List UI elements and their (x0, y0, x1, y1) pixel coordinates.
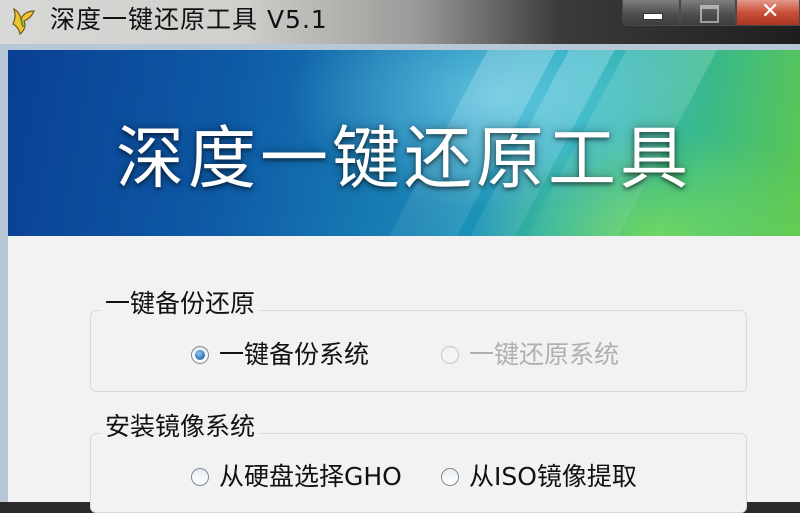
content-panel: 一键备份还原 一键备份系统 一键还原系统 安装镜像系统 从硬盘选择GHO 从IS… (8, 236, 800, 513)
maximize-button (680, 0, 736, 26)
backup-restore-group: 一键备份还原 一键备份系统 一键还原系统 (90, 289, 747, 392)
radio-label: 一键还原系统 (469, 340, 620, 369)
banner-title: 深度一键还原工具 (115, 120, 692, 199)
install-image-group: 安装镜像系统 从硬盘选择GHO 从ISO镜像提取 (90, 412, 747, 513)
group-title-backup-restore: 一键备份还原 (101, 289, 260, 319)
close-icon: ✕ (761, 0, 780, 24)
radio-unchecked-icon (441, 346, 459, 364)
radio-unchecked-icon[interactable] (441, 468, 459, 486)
maximize-icon (700, 5, 719, 23)
radio-label: 一键备份系统 (219, 340, 370, 369)
radio-unchecked-icon[interactable] (191, 468, 209, 486)
close-button[interactable]: ✕ (736, 0, 800, 26)
radio-label: 从ISO镜像提取 (469, 462, 637, 491)
radio-restore-system: 一键还原系统 (441, 340, 619, 370)
radio-extract-iso[interactable]: 从ISO镜像提取 (441, 462, 637, 492)
radio-select-gho[interactable]: 从硬盘选择GHO (191, 462, 402, 492)
header-banner: 深度一键还原工具 (8, 50, 800, 236)
group-title-install-image: 安装镜像系统 (101, 412, 260, 442)
title-bar[interactable]: 深度一键还原工具 V5.1 ✕ (0, 0, 800, 44)
deepin-app-icon (12, 7, 35, 36)
radio-label: 从硬盘选择GHO (219, 462, 402, 491)
minimize-button[interactable] (622, 0, 680, 26)
window-frame: 深度一键还原工具 一键备份还原 一键备份系统 一键还原系统 安装镜像系统 从硬盘… (0, 44, 800, 513)
window-title: 深度一键还原工具 V5.1 (50, 5, 328, 34)
minimize-icon (643, 13, 663, 20)
radio-backup-system[interactable]: 一键备份系统 (191, 340, 369, 370)
radio-checked-icon[interactable] (191, 346, 209, 364)
